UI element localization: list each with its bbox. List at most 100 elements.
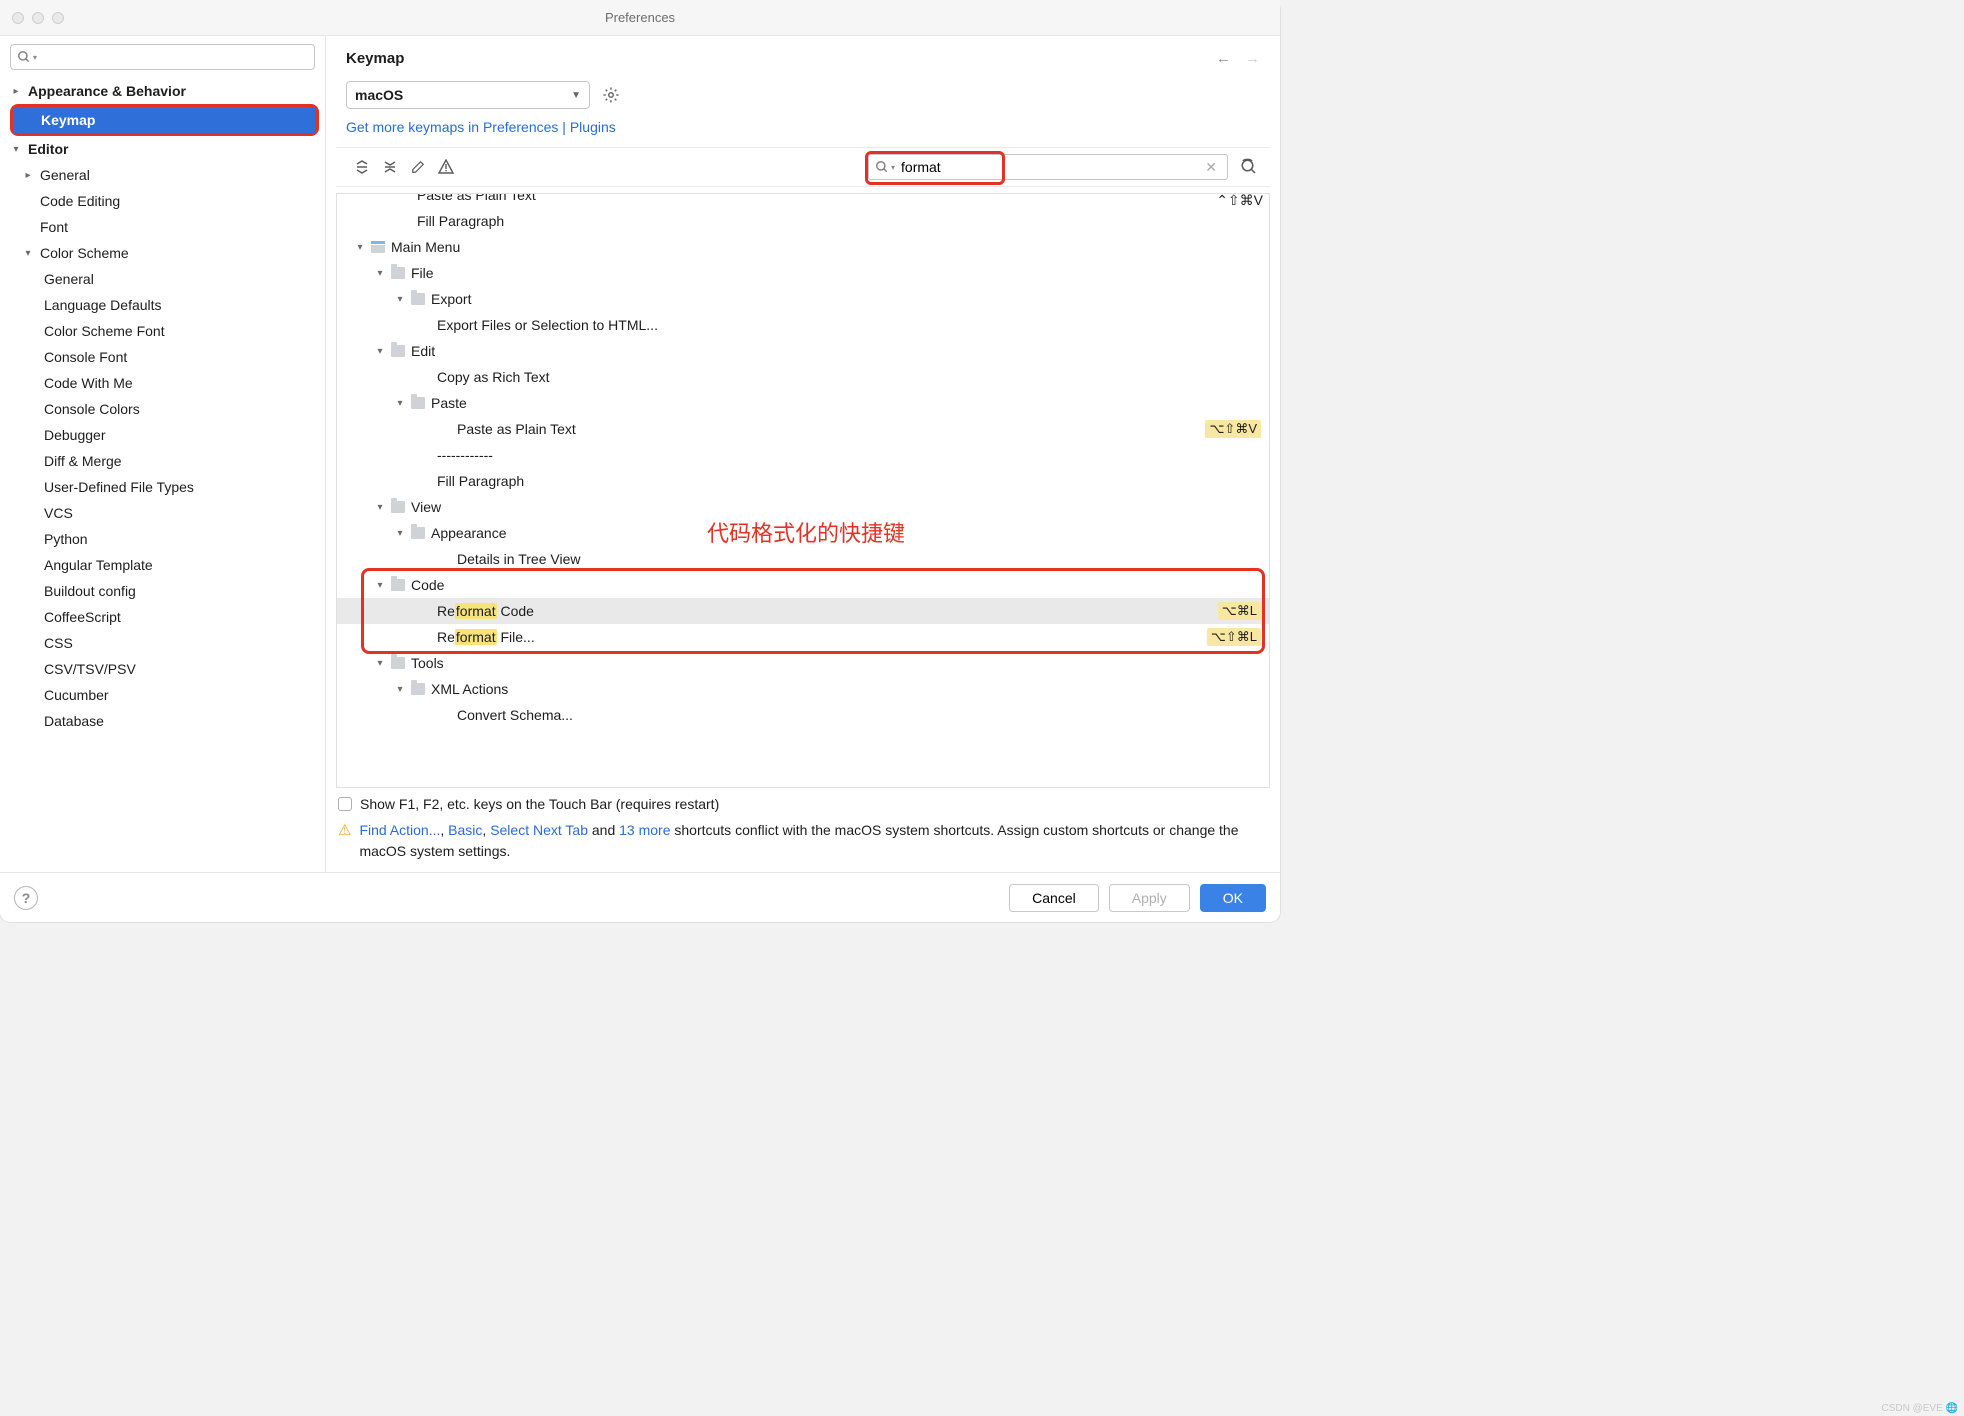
sidebar-item-keymap[interactable]: Keymap <box>13 107 316 133</box>
action-tree[interactable]: ⌃⇧⌘V Paste as Plain TextFill Paragraph▾M… <box>336 193 1270 788</box>
clear-search-button[interactable]: ✕ <box>1201 159 1221 176</box>
folder-icon <box>411 527 425 539</box>
apply-button[interactable]: Apply <box>1109 884 1190 912</box>
tree-row[interactable]: Paste as Plain Text⌥⇧⌘V <box>337 416 1269 442</box>
sidebar-item-general[interactable]: ▸General <box>0 162 325 188</box>
window-controls <box>12 12 64 24</box>
window-title: Preferences <box>0 10 1280 25</box>
tree-row[interactable]: Reformat File...⌥⇧⌘L <box>337 624 1269 650</box>
tree-row[interactable]: ------------ <box>337 442 1269 468</box>
tree-row-label: Copy as Rich Text <box>437 369 1269 385</box>
folder-icon <box>391 267 405 279</box>
cancel-button[interactable]: Cancel <box>1009 884 1099 912</box>
get-more-keymaps-link[interactable]: Get more keymaps in Preferences | Plugin… <box>326 115 1280 147</box>
tree-row[interactable]: ▾Export <box>337 286 1269 312</box>
sidebar-item-label: Code With Me <box>44 375 133 391</box>
sidebar-item-vcs[interactable]: VCS <box>0 500 325 526</box>
sidebar-item-label: User-Defined File Types <box>44 479 194 495</box>
folder-icon <box>391 345 405 357</box>
chevron-down-icon: ▾ <box>393 684 407 695</box>
expand-all-button[interactable] <box>348 156 376 178</box>
tree-row[interactable]: Fill Paragraph <box>337 208 1269 234</box>
sidebar-item-buildout-config[interactable]: Buildout config <box>0 578 325 604</box>
sidebar-item-angular-template[interactable]: Angular Template <box>0 552 325 578</box>
forward-arrow-icon[interactable]: → <box>1245 50 1260 67</box>
minimize-window-button[interactable] <box>32 12 44 24</box>
conflict-link-nexttab[interactable]: Select Next Tab <box>490 822 588 838</box>
page-heading-row: Keymap ← → <box>326 36 1280 71</box>
sidebar-item-label: Color Scheme Font <box>44 323 165 339</box>
tree-row[interactable]: ▾Main Menu <box>337 234 1269 260</box>
touchbar-checkbox[interactable] <box>338 797 352 811</box>
conflict-link-more[interactable]: 13 more <box>619 822 670 838</box>
watermark: CSDN @EVE 🌐 <box>1881 1403 1958 1414</box>
tree-row[interactable]: ▾XML Actions <box>337 676 1269 702</box>
help-button[interactable]: ? <box>14 886 38 910</box>
sidebar-item-cucumber[interactable]: Cucumber <box>0 682 325 708</box>
sidebar-item-general[interactable]: General <box>0 266 325 292</box>
maximize-window-button[interactable] <box>52 12 64 24</box>
conflict-link-findaction[interactable]: Find Action... <box>359 822 440 838</box>
collapse-all-button[interactable] <box>376 156 404 178</box>
tree-row[interactable]: ▾View <box>337 494 1269 520</box>
sidebar-item-label: Color Scheme <box>40 245 129 261</box>
sidebar-item-console-font[interactable]: Console Font <box>0 344 325 370</box>
sidebar-item-language-defaults[interactable]: Language Defaults <box>0 292 325 318</box>
keymap-select[interactable]: macOS ▼ <box>346 81 590 109</box>
warning-icon[interactable] <box>432 156 460 178</box>
sidebar-item-coffeescript[interactable]: CoffeeScript <box>0 604 325 630</box>
conflict-link-basic[interactable]: Basic <box>448 822 482 838</box>
tree-row[interactable]: ▾Code <box>337 572 1269 598</box>
sidebar-item-code-with-me[interactable]: Code With Me <box>0 370 325 396</box>
tree-row[interactable]: Paste as Plain Text <box>337 193 1269 208</box>
back-arrow-icon[interactable]: ← <box>1216 50 1231 67</box>
chevron-down-icon: ▾ <box>10 144 22 155</box>
sidebar-item-font[interactable]: Font <box>0 214 325 240</box>
tree-row-label: Convert Schema... <box>457 707 1269 723</box>
sidebar-item-code-editing[interactable]: Code Editing <box>0 188 325 214</box>
tree-row-label: Fill Paragraph <box>417 213 1269 229</box>
sidebar-item-database[interactable]: Database <box>0 708 325 734</box>
settings-tree: ▸Appearance & Behavior Keymap ▾Editor▸Gene… <box>0 78 325 872</box>
action-search-input[interactable] <box>901 159 1201 175</box>
close-window-button[interactable] <box>12 12 24 24</box>
sidebar-item-css[interactable]: CSS <box>0 630 325 656</box>
sidebar-item-diff-merge[interactable]: Diff & Merge <box>0 448 325 474</box>
sidebar-item-user-defined-file-types[interactable]: User-Defined File Types <box>0 474 325 500</box>
tree-row[interactable]: Copy as Rich Text <box>337 364 1269 390</box>
tree-row[interactable]: Details in Tree View <box>337 546 1269 572</box>
tree-row[interactable]: Export Files or Selection to HTML... <box>337 312 1269 338</box>
edit-shortcut-button[interactable] <box>404 156 432 178</box>
tree-row[interactable]: Convert Schema... <box>337 702 1269 728</box>
tree-row[interactable]: ▾File <box>337 260 1269 286</box>
sidebar-item-debugger[interactable]: Debugger <box>0 422 325 448</box>
tree-row[interactable]: ▾Paste <box>337 390 1269 416</box>
sidebar-item-label: Cucumber <box>44 687 109 703</box>
sidebar-item-csv-tsv-psv[interactable]: CSV/TSV/PSV <box>0 656 325 682</box>
tree-row[interactable]: Fill Paragraph <box>337 468 1269 494</box>
sidebar-item-appearance-behavior[interactable]: ▸Appearance & Behavior <box>0 78 325 104</box>
gear-icon[interactable] <box>602 86 620 104</box>
tree-row[interactable]: ▾Appearance <box>337 520 1269 546</box>
sidebar-search[interactable]: ▾ <box>10 44 315 70</box>
keymap-highlight-box: Keymap <box>10 104 319 136</box>
chevron-down-icon: ▾ <box>373 346 387 357</box>
sidebar-search-input[interactable] <box>41 50 308 65</box>
sidebar-item-label: Debugger <box>44 427 106 443</box>
action-search[interactable]: ▾ ✕ <box>868 154 1228 180</box>
sidebar-item-label: Database <box>44 713 104 729</box>
tree-row[interactable]: ▾Edit <box>337 338 1269 364</box>
chevron-down-icon: ▾ <box>22 248 34 259</box>
sidebar-item-color-scheme[interactable]: ▾ Color Scheme <box>0 240 325 266</box>
sidebar-item-python[interactable]: Python <box>0 526 325 552</box>
find-shortcut-button[interactable] <box>1236 154 1262 180</box>
chevron-down-icon: ▾ <box>373 658 387 669</box>
tree-row-label: Fill Paragraph <box>437 473 1269 489</box>
sidebar-item-label: Keymap <box>41 112 95 128</box>
tree-row[interactable]: Reformat Code⌥⌘L <box>337 598 1269 624</box>
ok-button[interactable]: OK <box>1200 884 1266 912</box>
tree-row[interactable]: ▾Tools <box>337 650 1269 676</box>
sidebar-item-color-scheme-font[interactable]: Color Scheme Font <box>0 318 325 344</box>
sidebar-item-console-colors[interactable]: Console Colors <box>0 396 325 422</box>
sidebar-item-editor[interactable]: ▾Editor <box>0 136 325 162</box>
